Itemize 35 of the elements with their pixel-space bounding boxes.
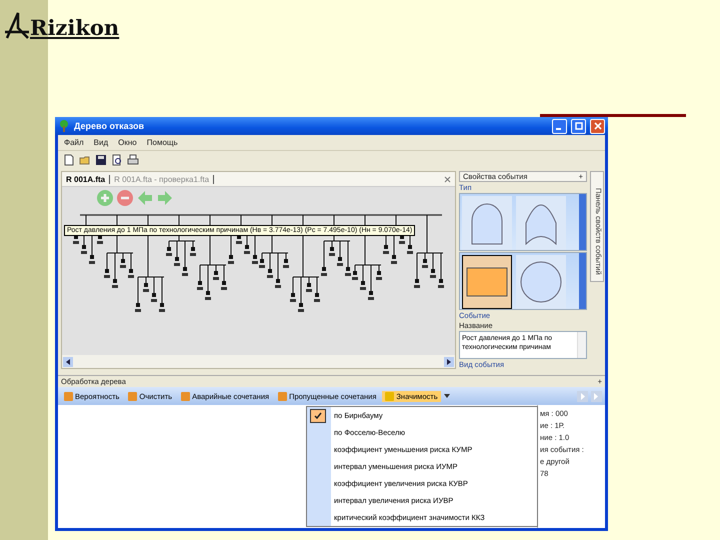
shape-option[interactable] [462,255,512,309]
document-tab[interactable]: R 001A.fta [62,174,110,184]
menu-item[interactable]: Окно [118,138,137,147]
tool-icon [128,392,138,400]
close-icon [594,122,602,130]
close-icon[interactable] [444,176,451,182]
scroll-left-icon[interactable] [63,356,73,366]
tool-icon [278,392,288,400]
menu-item[interactable]: Файл [64,138,84,147]
open-folder-icon[interactable] [79,154,91,166]
caret-icon[interactable] [444,394,450,398]
new-file-icon[interactable] [63,154,75,166]
rectangle-event-icon [466,267,508,297]
maximize-button[interactable] [571,118,586,134]
close-button[interactable] [590,118,605,134]
tool-icon [64,392,73,400]
print-icon[interactable] [127,154,139,166]
zoom-out-icon[interactable] [117,190,133,206]
maximize-icon [574,122,582,130]
minimize-button[interactable] [552,118,567,134]
print-preview-icon[interactable] [111,154,123,166]
gallery-scrollbar[interactable] [579,253,586,309]
save-icon[interactable] [95,154,107,166]
menu-item[interactable]: Вид [94,138,108,147]
scroll-right-icon[interactable] [444,356,454,366]
and-gate-icon [469,201,505,245]
gallery-scrollbar[interactable] [579,194,586,250]
tool-icon [181,392,190,400]
menu-item[interactable]: Помощь [146,138,178,147]
tool-icon [385,392,394,400]
logo-mark-icon [4,10,30,40]
circle-event-icon [520,261,562,303]
logo: Rizikon [30,15,120,40]
window-title: Дерево отказов [74,121,146,131]
tree-icon [58,120,70,132]
